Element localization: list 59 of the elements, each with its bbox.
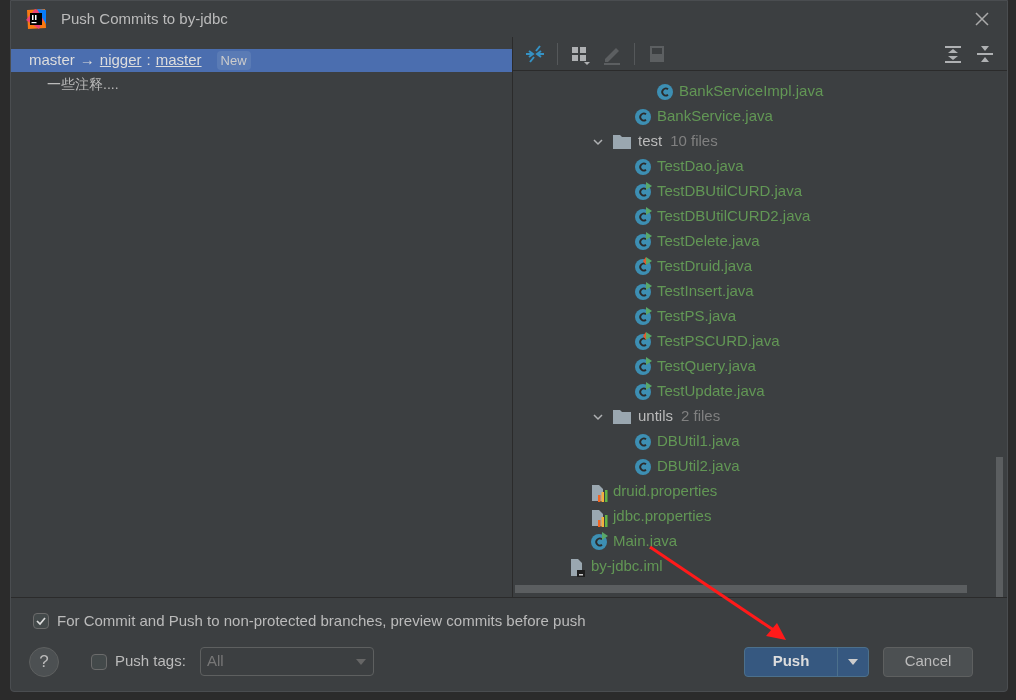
cancel-button[interactable]: Cancel	[883, 646, 973, 677]
commit-message[interactable]: 一些注释....	[11, 72, 512, 97]
test-class-icon	[633, 181, 653, 202]
file-name[interactable]: TestDBUtilCURD.java	[657, 180, 803, 203]
commit-row[interactable]: master → nigger : master New	[11, 49, 512, 72]
file-name[interactable]: TestDBUtilCURD2.java	[657, 205, 811, 228]
folder-name[interactable]: untils	[638, 405, 674, 428]
local-branch: master	[29, 50, 75, 71]
caret-icon	[354, 657, 367, 666]
test-class-icon	[633, 356, 653, 377]
file-name[interactable]: Main.java	[613, 530, 678, 553]
vertical-scrollbar[interactable]	[996, 457, 1003, 597]
close-icon[interactable]	[975, 12, 989, 26]
class-icon	[633, 156, 653, 177]
test-class-icon	[633, 206, 653, 227]
push-dropdown-icon[interactable]	[847, 657, 859, 666]
file-name[interactable]: TestUpdate.java	[657, 380, 765, 403]
file-name[interactable]: TestInsert.java	[657, 280, 754, 303]
file-name[interactable]: TestPSCURD.java	[657, 330, 780, 353]
test-class-icon	[633, 306, 653, 327]
separator: :	[146, 50, 151, 71]
class-icon	[633, 456, 653, 477]
test-class-icon	[633, 231, 653, 252]
file-name[interactable]: TestDao.java	[657, 155, 744, 178]
file-name[interactable]: TestQuery.java	[657, 355, 756, 378]
file-name[interactable]: TestDruid.java	[657, 255, 753, 278]
test-class-icon	[633, 256, 653, 277]
checkbox-label: Push tags:	[115, 651, 186, 672]
file-count: 10 files	[670, 131, 718, 152]
branch-link[interactable]: master	[155, 49, 202, 72]
file-name[interactable]: by-jdbc.iml	[591, 555, 663, 578]
test-class-icon	[633, 331, 653, 352]
file-name[interactable]: TestPS.java	[657, 305, 737, 328]
checkbox-label: For Commit and Push to non-protected branches, preview commits before push	[57, 611, 586, 631]
arrow-text: →	[79, 50, 95, 71]
horizontal-scrollbar[interactable]	[515, 585, 967, 593]
folder-icon	[613, 409, 631, 424]
app-logo-icon	[25, 8, 47, 30]
file-name[interactable]: TestDelete.java	[657, 230, 760, 253]
file-name[interactable]: DBUtil2.java	[657, 455, 740, 478]
class-icon	[655, 81, 675, 102]
test-class-icon	[589, 531, 609, 552]
new-badge: New	[216, 50, 251, 71]
folder-icon	[613, 134, 631, 149]
class-icon	[633, 431, 653, 452]
file-name[interactable]: BankService.java	[657, 105, 773, 128]
file-name[interactable]: DBUtil1.java	[657, 430, 740, 453]
file-name[interactable]: jdbc.properties	[613, 505, 712, 528]
class-icon	[633, 106, 653, 127]
test-class-icon	[633, 281, 653, 302]
test-class-icon	[633, 381, 653, 402]
window-title: Push Commits to by-jdbc	[61, 8, 228, 29]
checkbox[interactable]	[33, 613, 49, 630]
file-name[interactable]: druid.properties	[613, 480, 718, 503]
file-count: 2 files	[681, 406, 721, 427]
file-name[interactable]: BankServiceImpl.java	[679, 80, 824, 103]
help-button[interactable]: ?	[29, 646, 59, 677]
remote-link[interactable]: nigger	[99, 49, 142, 72]
folder-name[interactable]: test	[638, 130, 663, 153]
